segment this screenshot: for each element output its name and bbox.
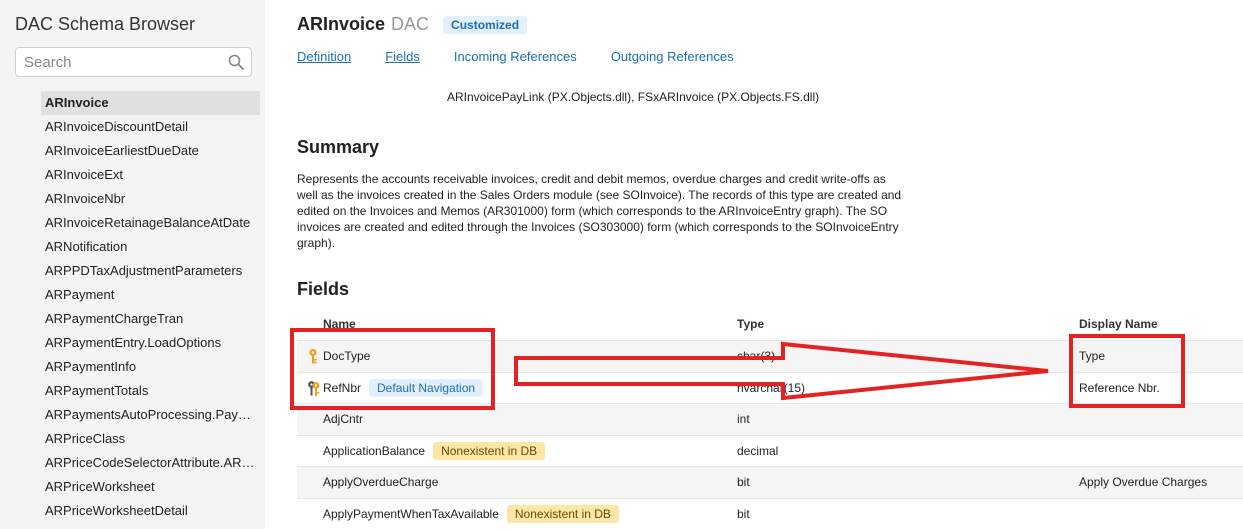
dac-list-item[interactable]: ARNotification [41,235,260,259]
field-name: AdjCntr [323,412,364,426]
dac-list-item[interactable]: ARPriceCodeSelectorAttribute.AR… [41,451,260,475]
dac-list-item[interactable]: ARPaymentTotals [41,379,260,403]
dac-list-item[interactable]: ARPaymentInfo [41,355,260,379]
dac-list-item[interactable]: ARPaymentChargeTran [41,307,260,331]
column-header-name[interactable]: Name [323,317,356,331]
fields-table-header: Name Type Display Name [297,312,1243,340]
field-display-name: Type [1079,349,1106,363]
summary-heading: Summary [297,137,380,157]
dac-list-item[interactable]: ARInvoiceDiscountDetail [41,115,260,139]
column-header-display-name[interactable]: Display Name [1079,317,1158,331]
dac-list-item[interactable]: ARInvoiceEarliestDueDate [41,139,260,163]
field-type: decimal [737,443,779,458]
tab-fields[interactable]: Fields [385,49,420,64]
table-row[interactable]: RefNbr Default Navigation nvarchar(15) Re… [297,371,1243,404]
summary-text: Represents the accounts receivable invoi… [297,172,902,250]
default-navigation-tag: Default Navigation [369,379,484,398]
customized-badge: Customized [443,15,528,34]
dac-list-item[interactable]: ARInvoiceExt [41,163,260,187]
field-name: DocType [323,349,371,363]
dac-type-label: DAC [391,14,430,34]
field-name: RefNbr Default Navigation [323,373,484,404]
table-row[interactable]: DocType char(3) Type [297,340,1243,372]
fields-table: Name Type Display Name DocType char(3) T… [297,312,1243,529]
tab-bar: Definition Fields Incoming References Outgo… [297,48,768,66]
key-icon [309,348,317,364]
dac-list-item[interactable]: ARPriceWorksheetDetail [41,499,260,523]
search-input[interactable] [24,48,219,76]
main-content: ARInvoice DAC Customized Definition Fields I… [297,0,1243,529]
nonexistent-in-db-tag: Nonexistent in DB [506,505,619,524]
dac-list-item[interactable]: ARPPDTaxAdjustmentParameters [41,259,260,283]
dac-list-item[interactable]: ARPaymentsAutoProcessing.Pay… [41,403,260,427]
nonexistent-in-db-tag: Nonexistent in DB [433,442,546,461]
field-name: ApplyPaymentWhenTaxAvailable Nonexistent … [323,499,619,530]
table-row[interactable]: ApplicationBalance Nonexistent in DB deci… [297,434,1243,467]
field-name: ApplyOverdueCharge [323,475,439,489]
field-display-name: Apply Overdue Charges [1079,475,1208,489]
dac-list-item[interactable]: ARPayment [41,283,260,307]
extensions-line: ARInvoicePayLink (PX.Objects.dll), FSxAR… [447,90,820,104]
table-row[interactable]: ApplyOverdueCharge bit Apply Overdue Cha… [297,466,1243,498]
tab-outgoing-references[interactable]: Outgoing References [611,49,734,64]
field-name: ApplicationBalance Nonexistent in DB [323,436,546,467]
field-type: int [737,412,750,426]
field-type: char(3) [737,349,776,363]
sidebar-title: DAC Schema Browser [15,14,196,34]
field-type: bit [737,506,750,521]
sidebar: DAC Schema Browser ARInvoice ARInvoiceDi… [0,0,265,529]
double-key-icon [308,380,320,396]
dac-list: ARInvoice ARInvoiceDiscountDetail ARInvo… [41,91,260,523]
dac-list-item[interactable]: ARPaymentEntry.LoadOptions [41,331,260,355]
fields-heading: Fields [297,279,350,299]
dac-list-item[interactable]: ARPriceWorksheet [41,475,260,499]
dac-list-item[interactable]: ARPriceClass [41,427,260,451]
search-icon[interactable] [228,54,244,70]
search-box[interactable] [15,47,252,77]
dac-name: ARInvoice [297,14,386,34]
field-type: bit [737,475,750,489]
table-row[interactable]: ApplyPaymentWhenTaxAvailable Nonexistent … [297,497,1243,530]
field-type: nvarchar(15) [737,380,806,395]
page-title: ARInvoice DAC Customized [297,14,528,38]
dac-list-item[interactable]: ARInvoiceNbr [41,187,260,211]
dac-list-item[interactable]: ARInvoice [41,91,260,115]
tab-incoming-references[interactable]: Incoming References [454,49,577,64]
field-display-name: Reference Nbr. [1079,380,1160,395]
dac-list-item[interactable]: ARInvoiceRetainageBalanceAtDate [41,211,260,235]
column-header-type[interactable]: Type [737,317,764,331]
tab-definition[interactable]: Definition [297,49,351,64]
table-row[interactable]: AdjCntr int [297,403,1243,435]
